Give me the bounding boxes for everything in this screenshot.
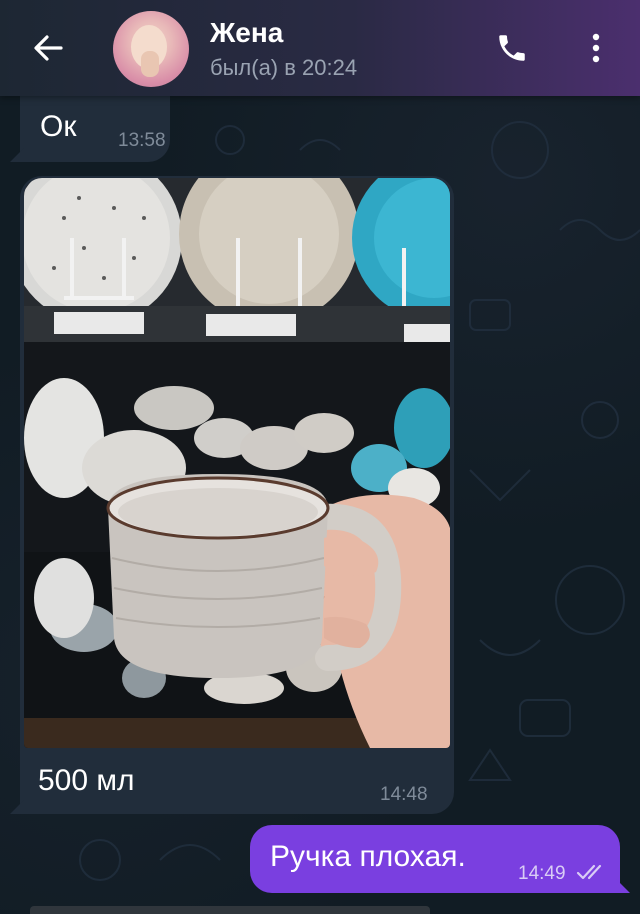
message-text: Ручка плохая.	[270, 840, 466, 873]
chat-header: Жена был(а) в 20:24	[0, 0, 640, 96]
contact-avatar[interactable]	[113, 11, 189, 87]
more-vertical-icon	[592, 33, 600, 63]
avatar-hand	[141, 51, 159, 77]
call-button[interactable]	[490, 26, 534, 70]
next-message-preview	[30, 906, 430, 914]
double-check-icon	[576, 864, 602, 880]
message-bubble-incoming[interactable]: Ок 13:58	[10, 96, 170, 162]
message-bubble-photo[interactable]: 500 мл 14:48	[10, 176, 454, 814]
contact-status: был(а) в 20:24	[210, 55, 358, 80]
photo-image	[24, 178, 450, 748]
message-time: 13:58	[118, 130, 166, 151]
message-time: 14:48	[380, 784, 428, 805]
arrow-left-icon	[34, 35, 63, 61]
photo-caption: 500 мл	[38, 764, 135, 797]
message-text: Ок	[40, 110, 77, 143]
message-bubble-outgoing[interactable]: Ручка плохая. 14:49	[250, 825, 630, 893]
contact-name[interactable]: Жена	[210, 17, 283, 49]
message-time: 14:49	[518, 863, 566, 884]
more-menu-button[interactable]	[576, 26, 616, 70]
back-button[interactable]	[26, 26, 70, 70]
message-photo[interactable]	[24, 178, 450, 748]
phone-icon	[499, 35, 525, 61]
